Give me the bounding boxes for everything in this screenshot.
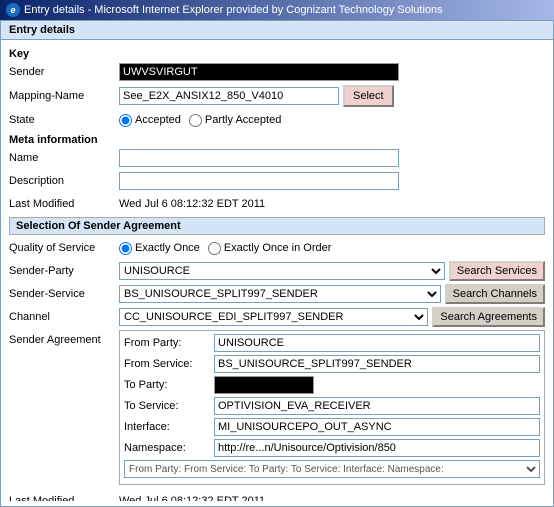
title-text: Entry details - Microsoft Internet Explo… (24, 4, 443, 16)
channel-dropdown[interactable]: CC_UNISOURCE_EDI_SPLIT997_SENDER (119, 308, 428, 326)
interface-label: Interface: (124, 421, 214, 433)
search-services-button[interactable]: Search Services (449, 261, 545, 281)
sender-row: Sender (9, 62, 545, 82)
to-party-label: To Party: (124, 379, 214, 391)
state-partly-accepted-label[interactable]: Partly Accepted (189, 114, 281, 127)
sender-agreement-label: Sender Agreement (9, 330, 119, 346)
name-label: Name (9, 152, 119, 164)
content-area: Key Sender Mapping-Name Select State Acc… (1, 40, 553, 501)
sender-service-field: BS_UNISOURCE_SPLIT997_SENDER Search Chan… (119, 284, 545, 304)
state-accepted-label[interactable]: Accepted (119, 114, 181, 127)
state-partly-accepted-radio[interactable] (189, 114, 202, 127)
sender-party-dropdown[interactable]: UNISOURCE (119, 262, 445, 280)
from-party-row: From Party: (124, 334, 540, 352)
search-channels-button[interactable]: Search Channels (445, 284, 545, 304)
sender-party-label: Sender-Party (9, 265, 119, 277)
mapping-name-field: Select (119, 85, 545, 107)
ie-icon: e (6, 3, 20, 17)
to-party-input[interactable] (214, 376, 314, 394)
description-row: Description (9, 171, 545, 191)
sender-input[interactable] (119, 63, 399, 81)
mapping-name-label: Mapping-Name (9, 90, 119, 102)
qos-field: Exactly Once Exactly Once in Order (119, 242, 545, 255)
state-field: Accepted Partly Accepted (119, 114, 545, 127)
last-modified-2-row: Last Modified Wed Jul 6 08:12:32 EDT 201… (9, 491, 545, 501)
sender-label: Sender (9, 66, 119, 78)
interface-input[interactable] (214, 418, 540, 436)
description-label: Description (9, 175, 119, 187)
description-field (119, 172, 545, 190)
sender-service-row: Sender-Service BS_UNISOURCE_SPLIT997_SEN… (9, 284, 545, 304)
namespace-row: Namespace: (124, 439, 540, 457)
agreement-dropdown[interactable]: From Party: From Service: To Party: To S… (124, 460, 540, 478)
agreement-dropdown-row: From Party: From Service: To Party: To S… (124, 460, 540, 478)
sender-party-row: Sender-Party UNISOURCE Search Services (9, 261, 545, 281)
mapping-name-input[interactable] (119, 87, 339, 105)
mapping-name-row: Mapping-Name Select (9, 85, 545, 107)
last-modified-1-value: Wed Jul 6 08:12:32 EDT 2011 (119, 198, 545, 210)
meta-section-header: Meta information (9, 134, 545, 146)
sender-service-label: Sender-Service (9, 288, 119, 300)
qos-row: Quality of Service Exactly Once Exactly … (9, 238, 545, 258)
last-modified-2-value: Wed Jul 6 08:12:32 EDT 2011 (119, 495, 545, 501)
last-modified-1-row: Last Modified Wed Jul 6 08:12:32 EDT 201… (9, 194, 545, 214)
title-bar: e Entry details - Microsoft Internet Exp… (0, 0, 554, 20)
channel-row: Channel CC_UNISOURCE_EDI_SPLIT997_SENDER… (9, 307, 545, 327)
state-accepted-radio[interactable] (119, 114, 132, 127)
window-body: Entry details Key Sender Mapping-Name Se… (0, 20, 554, 507)
search-agreements-button[interactable]: Search Agreements (432, 307, 545, 327)
to-service-row: To Service: (124, 397, 540, 415)
last-modified-1-label: Last Modified (9, 198, 119, 210)
to-service-label: To Service: (124, 400, 214, 412)
description-input[interactable] (119, 172, 399, 190)
from-service-row: From Service: (124, 355, 540, 373)
select-button[interactable]: Select (343, 85, 394, 107)
qos-exactly-once-order-label[interactable]: Exactly Once in Order (208, 242, 332, 255)
to-service-input[interactable] (214, 397, 540, 415)
sender-agreement-row: Sender Agreement From Party: From Servic… (9, 330, 545, 488)
from-party-label: From Party: (124, 337, 214, 349)
from-service-input[interactable] (214, 355, 540, 373)
namespace-input[interactable] (214, 439, 540, 457)
name-input[interactable] (119, 149, 399, 167)
qos-exactly-once-label[interactable]: Exactly Once (119, 242, 200, 255)
sender-service-dropdown[interactable]: BS_UNISOURCE_SPLIT997_SENDER (119, 285, 441, 303)
sender-party-field: UNISOURCE Search Services (119, 261, 545, 281)
selection-section-header: Selection Of Sender Agreement (9, 217, 545, 235)
channel-field: CC_UNISOURCE_EDI_SPLIT997_SENDER Search … (119, 307, 545, 327)
key-section-header: Key (9, 48, 545, 60)
panel-title: Entry details (1, 21, 553, 40)
state-row: State Accepted Partly Accepted (9, 110, 545, 130)
sender-field (119, 63, 545, 81)
channel-label: Channel (9, 311, 119, 323)
namespace-label: Namespace: (124, 442, 214, 454)
qos-label: Quality of Service (9, 242, 119, 254)
name-row: Name (9, 148, 545, 168)
qos-exactly-once-order-radio[interactable] (208, 242, 221, 255)
state-label: State (9, 114, 119, 126)
sender-agreement-details: From Party: From Service: To Party: To S… (119, 330, 545, 485)
last-modified-2-label: Last Modified (9, 495, 119, 501)
interface-row: Interface: (124, 418, 540, 436)
qos-exactly-once-radio[interactable] (119, 242, 132, 255)
to-party-row: To Party: (124, 376, 540, 394)
from-service-label: From Service: (124, 358, 214, 370)
name-field (119, 149, 545, 167)
from-party-input[interactable] (214, 334, 540, 352)
